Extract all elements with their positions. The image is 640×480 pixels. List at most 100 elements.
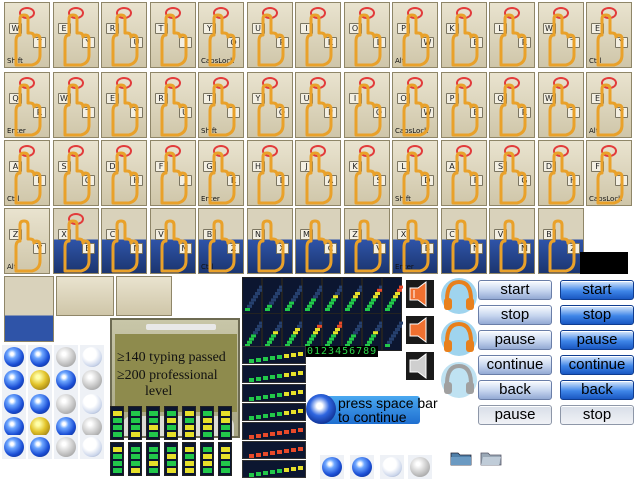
hand-tile-row5-a [4, 276, 54, 342]
gauge-segment [333, 331, 338, 335]
keyboard-hand-tile: SG [489, 140, 535, 206]
orb-cell [28, 345, 52, 369]
blue-orb-icon [30, 394, 50, 414]
gauge-segment [284, 373, 289, 377]
folder-grey-icon[interactable] [480, 450, 502, 466]
gauge-segment [329, 301, 334, 305]
gauge-segment [149, 425, 158, 430]
orb-cell [2, 392, 26, 416]
stop-button-hover[interactable]: stop [560, 305, 634, 325]
speaker-orange-2-icon [406, 316, 434, 344]
gauge-segment [277, 374, 282, 378]
gauge-segment [263, 376, 268, 380]
gauge-segment [273, 295, 278, 299]
gauge-arc-svg [245, 285, 264, 311]
hand-icon [257, 151, 284, 205]
mini-gauge [164, 442, 178, 476]
gauge-segment [113, 418, 122, 423]
gauge-segment [167, 432, 176, 437]
gauge-segment [270, 356, 275, 360]
gauge-segment [271, 298, 276, 302]
blue-orb-icon [4, 370, 24, 390]
hand-icon [257, 83, 284, 137]
gauge-arc-svg [365, 285, 384, 311]
gauge-segment [373, 295, 378, 299]
gauge-segment [284, 430, 289, 434]
gauge-segment [185, 425, 194, 430]
hand-icon [14, 83, 42, 137]
gauge-segment [131, 411, 140, 416]
orb-cell-1 [320, 455, 344, 479]
keyboard-hand-tile: E Y Alt [586, 72, 632, 138]
gauge-segment [270, 470, 275, 474]
gauge-segment [307, 304, 312, 308]
gauge-segment [113, 411, 122, 416]
stop-button[interactable]: stop [478, 305, 552, 325]
gauge-arc-svg [385, 321, 404, 347]
gauge-segment [395, 328, 400, 331]
gauge-segment [185, 454, 194, 459]
mini-gauge [200, 442, 214, 476]
gauge-arc-svg [345, 321, 364, 347]
back-button-hover[interactable]: back [560, 380, 634, 400]
gauge-segment [263, 395, 268, 399]
gauge-segment [367, 304, 372, 308]
level-panel-top-bar [146, 324, 216, 330]
gauge-segment [251, 334, 256, 338]
blue-orb-icon [30, 437, 50, 457]
gauge-segment [167, 425, 176, 430]
grey-orb-icon [82, 417, 102, 437]
orb-cell [28, 392, 52, 416]
gauge-segment [221, 432, 230, 437]
gauge-segment [345, 308, 350, 311]
blue-orb-icon [56, 370, 76, 390]
gauge-segment [167, 411, 176, 416]
mini-gauge [218, 406, 232, 440]
hand-icon [160, 83, 187, 137]
orb-cell [54, 435, 78, 459]
continue-button-hover[interactable]: continue [560, 355, 634, 375]
gauge-segment [315, 328, 320, 331]
pause-button-hover[interactable]: pause [560, 330, 634, 350]
gauge-segment [255, 292, 260, 295]
orb-cell-4 [408, 455, 432, 479]
keyboard-hand-tile: W T Shift [4, 2, 50, 68]
start-button-hover[interactable]: start [560, 280, 634, 300]
keyboard-hand-tile: F J CapsLock [586, 140, 632, 206]
digit-readout: 0123456789 [306, 346, 379, 357]
tall-gauge [242, 365, 306, 383]
gauge-segment [291, 391, 296, 395]
hand-icon [111, 83, 139, 137]
gauge-segment [256, 358, 261, 362]
hand-icon [208, 13, 236, 67]
gauge-segment [277, 450, 282, 454]
folder-icon[interactable] [450, 450, 472, 466]
gauge-segment [275, 292, 280, 295]
gauge-arc-svg [325, 321, 344, 347]
keyboard-hand-tile: L D Shift [392, 140, 438, 206]
speaker-orange-icon [406, 280, 434, 308]
gauge-segment [221, 468, 230, 473]
gauge-segment [399, 285, 404, 289]
grey-orb-icon [56, 347, 76, 367]
yellow-orb-icon [30, 417, 50, 437]
gauge-segment [269, 301, 274, 305]
gauge-segment [203, 468, 212, 473]
mini-gauge [146, 442, 160, 476]
level-line-3: level [145, 384, 173, 399]
gauge-segment [251, 298, 256, 302]
gauge-segment [270, 375, 275, 379]
keyboard-hand-tile: WT [537, 72, 584, 138]
keyboard-hand-tile: NX [246, 208, 293, 274]
hand-icon [402, 13, 430, 67]
pause-button-pressed[interactable]: pause [478, 405, 552, 425]
gauge-segment [203, 418, 212, 423]
gauge-segment [203, 425, 212, 430]
continue-button[interactable]: continue [478, 355, 552, 375]
gauge-segment [355, 328, 360, 331]
pause-button[interactable]: pause [478, 330, 552, 350]
stop-button-pressed[interactable]: stop [560, 405, 634, 425]
back-button[interactable]: back [478, 380, 552, 400]
start-button[interactable]: start [478, 280, 552, 300]
keyboard-hand-tile: B Z Ctrl [198, 208, 244, 274]
